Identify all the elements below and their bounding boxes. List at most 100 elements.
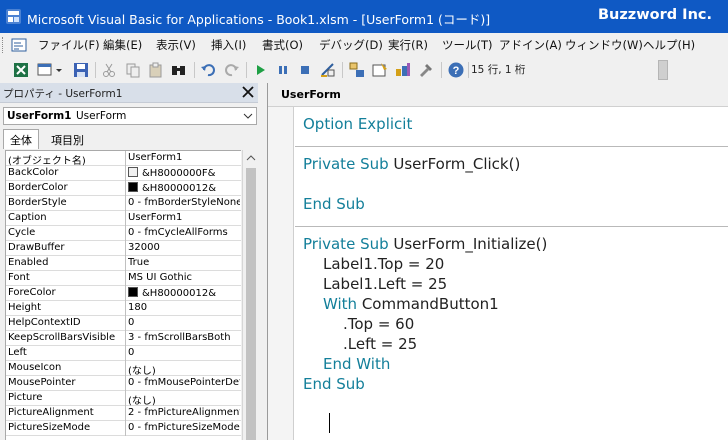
property-row[interactable]: PictureAlignment 2 - fmPictureAlignmentCe…: [6, 406, 241, 421]
break-icon[interactable]: [274, 61, 292, 79]
menu-file[interactable]: ファイル(F): [37, 37, 101, 53]
scroll-up-icon[interactable]: [246, 153, 256, 163]
property-row[interactable]: BackColor &H8000000F&: [6, 166, 241, 181]
property-value[interactable]: UserForm1: [128, 212, 240, 226]
design-mode-icon[interactable]: [319, 61, 337, 79]
property-value[interactable]: UserForm1: [128, 152, 240, 166]
menu-window[interactable]: ウィンドウ(W): [564, 37, 644, 53]
scrollbar-thumb[interactable]: [246, 168, 256, 440]
menu-help[interactable]: ヘルプ(H): [642, 37, 696, 53]
code-editor[interactable]: Option Explicit Private Sub UserForm_Clic…: [295, 107, 728, 440]
tab-categorized[interactable]: 項目別: [45, 130, 90, 149]
property-value[interactable]: 0 - fmMousePointerDefault: [128, 377, 240, 391]
cut-icon[interactable]: [100, 61, 118, 79]
property-row[interactable]: Font MS UI Gothic: [6, 271, 241, 286]
project-explorer-icon[interactable]: [348, 61, 366, 79]
property-row[interactable]: DrawBuffer 32000: [6, 241, 241, 256]
excel-icon[interactable]: [12, 61, 30, 79]
property-row[interactable]: Picture (なし): [6, 391, 241, 406]
close-icon[interactable]: [239, 83, 257, 101]
insert-userform-icon[interactable]: [36, 61, 54, 79]
toolbar-separator: [246, 62, 247, 78]
reset-icon[interactable]: [296, 61, 314, 79]
color-swatch: [128, 167, 138, 177]
undo-icon[interactable]: [199, 61, 217, 79]
redo-icon[interactable]: [223, 61, 241, 79]
property-value[interactable]: &H8000000F&: [128, 167, 240, 181]
property-value[interactable]: 3 - fmScrollBarsBoth: [128, 332, 240, 346]
copy-icon[interactable]: [124, 61, 142, 79]
toolbox-icon[interactable]: [417, 61, 435, 79]
find-icon[interactable]: [170, 61, 188, 79]
property-row[interactable]: Cycle 0 - fmCycleAllForms: [6, 226, 241, 241]
property-grid: (オブジェクト名) UserForm1 BackColor &H8000000F& Bo…: [5, 150, 241, 440]
toolbar-separator: [194, 62, 195, 78]
property-value[interactable]: True: [128, 257, 240, 271]
property-divider: [125, 361, 126, 376]
menu-view[interactable]: 表示(V): [155, 37, 197, 53]
property-value[interactable]: 0 - fmCycleAllForms: [128, 227, 240, 241]
property-value[interactable]: 0: [128, 347, 240, 361]
properties-scrollbar[interactable]: [242, 150, 258, 440]
save-icon[interactable]: [72, 61, 90, 79]
standard-toolbar: ? 15 行, 1 桁: [0, 57, 728, 83]
object-browser-icon[interactable]: [394, 61, 412, 79]
run-icon[interactable]: [252, 61, 270, 79]
dropdown-arrow-icon[interactable]: [54, 61, 64, 79]
menu-insert[interactable]: 挿入(I): [210, 37, 247, 53]
property-value[interactable]: (なし): [128, 362, 240, 376]
menu-debug[interactable]: デバッグ(D): [318, 37, 384, 53]
property-row[interactable]: Enabled True: [6, 256, 241, 271]
property-row[interactable]: PictureSizeMode 0 - fmPictureSizeModeClip: [6, 421, 241, 436]
property-value[interactable]: 0 - fmPictureSizeModeClip: [128, 422, 240, 436]
code-line: Label1.Top = 20: [323, 255, 444, 275]
code-text: .Top = 60: [343, 315, 415, 333]
property-row[interactable]: ForeColor &H80000012&: [6, 286, 241, 301]
property-value[interactable]: 0: [128, 317, 240, 331]
properties-window: プロパティ - UserForm1 UserForm1 UserForm 全体 …: [0, 83, 258, 440]
paste-icon[interactable]: [147, 61, 165, 79]
menu-tools[interactable]: ツール(T): [441, 37, 494, 53]
property-row[interactable]: BorderColor &H80000012&: [6, 181, 241, 196]
code-object-label: UserForm: [281, 88, 341, 101]
property-row[interactable]: HelpContextID 0: [6, 316, 241, 331]
code-line: Label1.Left = 25: [323, 275, 447, 295]
property-row[interactable]: Height 180: [6, 301, 241, 316]
property-row[interactable]: MouseIcon (なし): [6, 361, 241, 376]
help-icon[interactable]: ?: [447, 61, 465, 79]
panel-splitter[interactable]: [258, 83, 267, 440]
text-caret: [329, 413, 330, 433]
property-row[interactable]: Caption UserForm1: [6, 211, 241, 226]
property-value[interactable]: &H80000012&: [128, 287, 240, 301]
code-margin[interactable]: [268, 107, 294, 440]
property-row[interactable]: MousePointer 0 - fmMousePointerDefault: [6, 376, 241, 391]
property-value[interactable]: 0 - fmBorderStyleNone: [128, 197, 240, 211]
property-value[interactable]: (なし): [128, 392, 240, 406]
properties-icon[interactable]: [371, 61, 389, 79]
menu-format[interactable]: 書式(O): [261, 37, 304, 53]
property-row[interactable]: KeepScrollBarsVisible 3 - fmScrollBarsBot…: [6, 331, 241, 346]
code-keyword: End Sub: [303, 195, 365, 213]
menu-addins[interactable]: アドイン(A): [498, 37, 563, 53]
toolbar-options-button[interactable]: [658, 60, 668, 80]
property-value[interactable]: 2 - fmPictureAlignmentCenter: [128, 407, 240, 421]
property-value[interactable]: &H80000012&: [128, 182, 240, 196]
property-row[interactable]: BorderStyle 0 - fmBorderStyleNone: [6, 196, 241, 211]
property-value[interactable]: MS UI Gothic: [128, 272, 240, 286]
code-line: .Top = 60: [343, 315, 414, 335]
property-name: Height: [8, 302, 42, 313]
property-row[interactable]: (オブジェクト名) UserForm1: [6, 151, 241, 166]
object-select[interactable]: UserForm1 UserForm: [3, 107, 257, 125]
property-name: Left: [8, 347, 27, 358]
menu-edit[interactable]: 編集(E): [102, 37, 143, 53]
code-line: Option Explicit: [303, 115, 412, 135]
code-text: .Left = 25: [343, 335, 418, 353]
vbe-menu-icon[interactable]: [11, 37, 27, 53]
property-value[interactable]: 180: [128, 302, 240, 316]
property-value[interactable]: 32000: [128, 242, 240, 256]
property-row[interactable]: Left 0: [6, 346, 241, 361]
tab-alphabetic[interactable]: 全体: [3, 129, 39, 149]
code-object-combo[interactable]: UserForm: [268, 83, 728, 107]
menu-run[interactable]: 実行(R): [387, 37, 429, 53]
menu-grip[interactable]: [2, 37, 5, 53]
